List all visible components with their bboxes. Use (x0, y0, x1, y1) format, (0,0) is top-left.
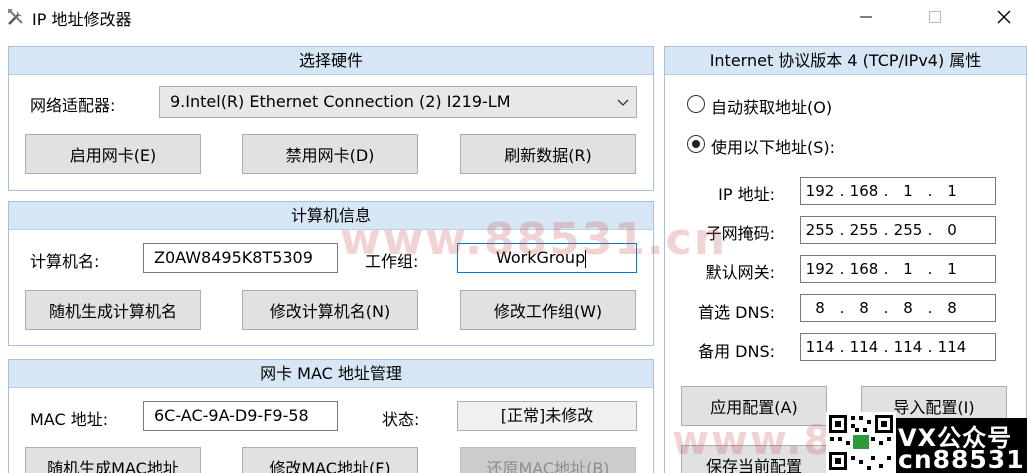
computer-name-input[interactable]: Z0AW8495K8T5309 (143, 243, 338, 273)
save-config-button[interactable]: 保存当前配置 (681, 445, 827, 473)
maximize-icon (929, 11, 941, 23)
title-bar: IP 地址修改器 (0, 0, 1027, 34)
vx-code: cn88531 (898, 445, 1025, 473)
dns2-octet: 114 (937, 338, 967, 356)
ip-octet: 1 (947, 182, 957, 200)
minimize-icon (860, 16, 872, 18)
modify-computer-name-button[interactable]: 修改计算机名(N) (242, 290, 418, 330)
adapter-select[interactable]: 9.Intel(R) Ethernet Connection (2) I219-… (159, 86, 637, 118)
window-title: IP 地址修改器 (32, 10, 132, 29)
alternate-dns-label: 备用 DNS: (698, 342, 775, 361)
ipv4-group: Internet 协议版本 4 (TCP/IPv4) 属性 自动获取地址(O) … (664, 46, 1027, 473)
refresh-data-button[interactable]: 刷新数据(R) (460, 134, 636, 174)
qr-code-icon (826, 412, 896, 473)
ip-octet: 192 (805, 182, 835, 200)
adapter-label: 网络适配器: (30, 96, 116, 115)
wechat-badge: VX公众号 cn88531 (896, 418, 1027, 473)
ip-address-label: IP 地址: (718, 185, 775, 204)
auto-address-radio[interactable] (687, 95, 705, 113)
computer-group-header: 计算机信息 (9, 202, 653, 230)
computer-name-label: 计算机名: (30, 252, 100, 271)
auto-address-label[interactable]: 自动获取地址(O) (711, 94, 832, 118)
mac-address-label: MAC 地址: (30, 410, 109, 429)
computer-group: 计算机信息 计算机名: Z0AW8495K8T5309 工作组: WorkGro… (8, 201, 654, 346)
minimize-button[interactable] (843, 0, 889, 34)
status-label: 状态: (382, 410, 420, 429)
chevron-down-icon (617, 99, 629, 106)
random-mac-button[interactable]: 随机生成MAC地址 (25, 447, 201, 473)
dns2-octet: 114 (849, 338, 879, 356)
ipv4-group-header: Internet 协议版本 4 (TCP/IPv4) 属性 (665, 47, 1026, 75)
gateway-octet: 1 (903, 260, 913, 278)
gateway-input[interactable]: 192. 168. 1. 1 (800, 255, 996, 283)
close-icon (997, 10, 1011, 24)
mask-octet: 0 (947, 221, 957, 239)
adapter-selected-value: 9.Intel(R) Ethernet Connection (2) I219-… (170, 92, 511, 111)
dns1-octet: 8 (903, 299, 913, 317)
disable-adapter-button[interactable]: 禁用网卡(D) (242, 134, 418, 174)
ip-octet: 168 (849, 182, 879, 200)
mac-group-header: 网卡 MAC 地址管理 (9, 360, 653, 388)
apply-config-button[interactable]: 应用配置(A) (681, 386, 827, 426)
gateway-octet: 1 (947, 260, 957, 278)
workgroup-label: 工作组: (365, 252, 419, 271)
dns1-octet: 8 (815, 299, 825, 317)
hardware-group-header: 选择硬件 (9, 47, 653, 75)
workgroup-value: WorkGroup (496, 248, 586, 267)
mac-group: 网卡 MAC 地址管理 MAC 地址: 6C-AC-9A-D9-F9-58 状态… (8, 359, 654, 473)
mask-octet: 255 (849, 221, 879, 239)
restore-mac-button[interactable]: 还原MAC地址(B) (460, 447, 636, 473)
manual-address-radio[interactable] (687, 135, 705, 153)
dns2-octet: 114 (893, 338, 923, 356)
workgroup-input[interactable]: WorkGroup (457, 243, 637, 273)
manual-address-label[interactable]: 使用以下地址(S): (711, 134, 835, 158)
dns2-octet: 114 (805, 338, 835, 356)
modify-workgroup-button[interactable]: 修改工作组(W) (460, 290, 636, 330)
maximize-button[interactable] (912, 0, 958, 34)
ip-octet: 1 (903, 182, 913, 200)
modify-mac-button[interactable]: 修改MAC地址(F) (242, 447, 418, 473)
gateway-octet: 192 (805, 260, 835, 278)
mask-octet: 255 (893, 221, 923, 239)
text-cursor (585, 249, 587, 268)
dns1-octet: 8 (859, 299, 869, 317)
subnet-mask-label: 子网掩码: (705, 224, 775, 243)
dns1-octet: 8 (947, 299, 957, 317)
enable-adapter-button[interactable]: 启用网卡(E) (25, 134, 201, 174)
status-value: [正常]未修改 (457, 401, 637, 431)
alternate-dns-input[interactable]: 114. 114. 114. 114 (800, 333, 996, 361)
hardware-group: 选择硬件 网络适配器: 9.Intel(R) Ethernet Connecti… (8, 46, 654, 191)
preferred-dns-input[interactable]: 8. 8. 8. 8 (800, 294, 996, 322)
gateway-octet: 168 (849, 260, 879, 278)
mask-octet: 255 (805, 221, 835, 239)
random-computer-name-button[interactable]: 随机生成计算机名 (25, 290, 201, 330)
subnet-mask-input[interactable]: 255. 255. 255. 0 (800, 216, 996, 244)
close-button[interactable] (981, 0, 1027, 34)
ip-address-input[interactable]: 192. 168. 1. 1 (800, 177, 996, 205)
preferred-dns-label: 首选 DNS: (698, 303, 775, 322)
mac-address-input[interactable]: 6C-AC-9A-D9-F9-58 (143, 401, 338, 431)
gateway-label: 默认网关: (705, 263, 775, 282)
tools-icon (8, 9, 23, 25)
